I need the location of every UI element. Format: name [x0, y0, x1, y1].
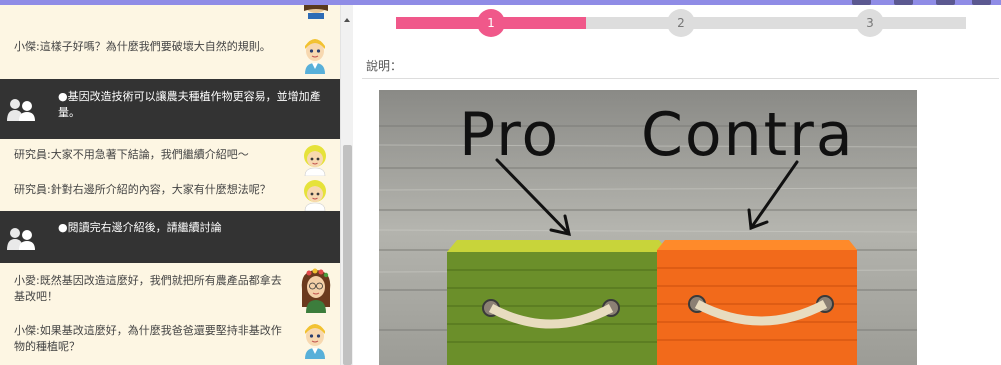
message-text: 研究員:針對右邊所介紹的內容，大家有什麼想法呢？	[14, 183, 271, 196]
boy-avatar	[300, 36, 330, 74]
chat-message: 小傑:如果基改這麼好，為什麼我爸爸還要堅持非基改作物的種植呢？	[0, 319, 340, 365]
step-3[interactable]: 3	[856, 9, 884, 37]
pro-contra-image: Pro Contra	[379, 90, 917, 365]
chat-panel: 小傑:這樣子好嗎？為什麼我們要破壞大自然的規則。 ●基因改造技術可以讓農夫種植作…	[0, 5, 353, 365]
description-label: 說明：	[366, 59, 403, 73]
step-2[interactable]: 2	[667, 9, 695, 37]
notice-text: ●閱讀完右邊介紹後，請繼續討論	[58, 221, 222, 234]
contra-word: Contra	[641, 100, 855, 170]
message-text: 小傑:這樣子好嗎？為什麼我們要破壞大自然的規則。	[14, 40, 271, 53]
window-button[interactable]	[852, 0, 871, 5]
system-notice: ●基因改造技術可以讓農夫種植作物更容易，並增加產量。	[0, 79, 340, 139]
window-button[interactable]	[894, 0, 913, 5]
researcher-avatar	[300, 177, 330, 212]
divider	[362, 78, 999, 79]
pro-word: Pro	[459, 100, 561, 170]
message-text: 小愛:既然基因改造這麼好，我們就把所有農產品都拿去基改吧！	[14, 274, 282, 303]
chat-scrollbar[interactable]	[340, 5, 353, 365]
boy-avatar	[300, 321, 330, 359]
chat-message: 小傑:這樣子好嗎？為什麼我們要破壞大自然的規則。	[0, 27, 340, 79]
message-text: 小傑:如果基改這麼好，為什麼我爸爸還要堅持非基改作物的種植呢？	[14, 324, 282, 353]
researcher-avatar	[300, 142, 330, 177]
scroll-up-icon[interactable]	[344, 18, 350, 22]
avatar	[300, 5, 332, 19]
chat-message: 研究員:大家不用急著下結論，我們繼續介紹吧～	[0, 139, 340, 179]
notice-text: ●基因改造技術可以讓農夫種植作物更容易，並增加產量。	[58, 90, 321, 119]
window-button[interactable]	[936, 0, 955, 5]
chat-message: 小愛:既然基因改造這麼好，我們就把所有農產品都拿去基改吧！	[0, 263, 340, 319]
girl-avatar	[300, 267, 331, 313]
message-text: 研究員:大家不用急著下結論，我們繼續介紹吧～	[14, 148, 249, 161]
step-1[interactable]: 1	[477, 9, 505, 37]
chat-list: 小傑:這樣子好嗎？為什麼我們要破壞大自然的規則。 ●基因改造技術可以讓農夫種植作…	[0, 5, 340, 365]
scroll-thumb[interactable]	[343, 145, 352, 365]
group-icon	[6, 226, 38, 250]
system-notice: ●閱讀完右邊介紹後，請繼續討論	[0, 211, 340, 263]
chat-message: 研究員:針對右邊所介紹的內容，大家有什麼想法呢？	[0, 177, 340, 212]
group-icon	[6, 97, 38, 121]
window-button[interactable]	[972, 0, 991, 5]
